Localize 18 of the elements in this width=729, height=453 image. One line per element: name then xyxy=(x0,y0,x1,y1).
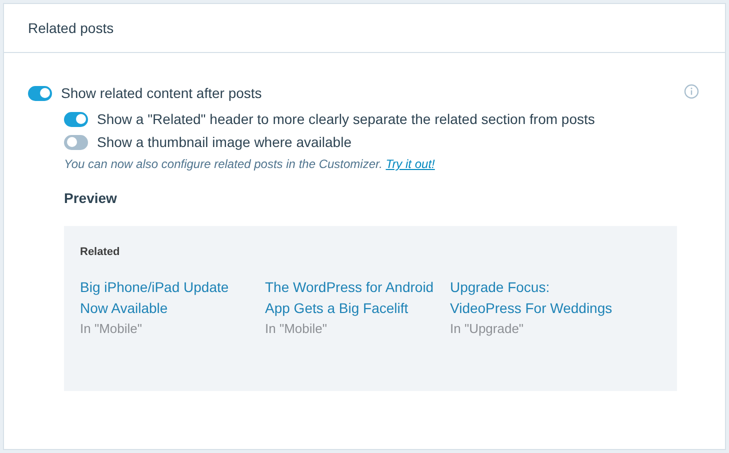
toggle-label: Show a "Related" header to more clearly separate the related section from posts xyxy=(97,110,595,129)
post-link[interactable]: Upgrade Focus: VideoPress For Weddings xyxy=(450,277,620,319)
try-it-link[interactable]: Try it out! xyxy=(386,157,435,171)
note-text: You can now also configure related posts in the Customizer. Try it out! xyxy=(64,157,436,171)
toggle-label: Show related content after posts xyxy=(61,84,262,103)
card-title: Related posts xyxy=(28,20,114,36)
post-category: In "Mobile" xyxy=(265,320,327,338)
toggle-switch[interactable] xyxy=(28,86,52,100)
post-link[interactable]: Big iPhone/iPad Update Now Available xyxy=(80,277,250,319)
info-icon[interactable] xyxy=(684,84,699,99)
post-category: In "Mobile" xyxy=(80,320,142,338)
post-category: In "Upgrade" xyxy=(450,320,524,338)
related-heading: Related xyxy=(80,246,120,258)
toggle-switch[interactable] xyxy=(64,134,88,150)
toggle-label: Show a thumbnail image where available xyxy=(97,133,352,152)
preview-title: Preview xyxy=(64,190,117,206)
post-link[interactable]: The WordPress for Android App Gets a Big Facelift xyxy=(265,277,435,319)
toggle-switch[interactable] xyxy=(64,112,88,126)
